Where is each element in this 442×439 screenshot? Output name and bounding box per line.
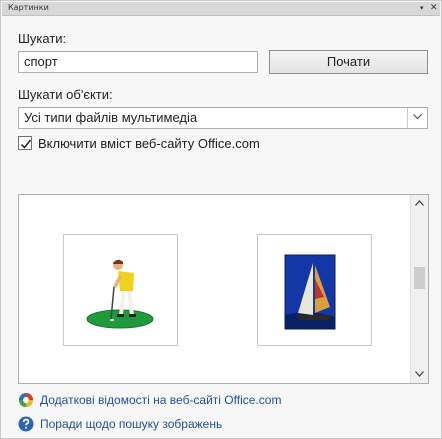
chevron-down-icon[interactable] — [407, 108, 427, 128]
results-scrollbar[interactable] — [410, 195, 428, 383]
more-info-link[interactable]: Додаткові відомості на веб-сайті Office.… — [40, 393, 281, 407]
go-button[interactable]: Почати — [269, 50, 428, 74]
help-icon — [18, 416, 34, 432]
result-thumbnail-sailboat[interactable] — [257, 234, 372, 346]
scroll-up-icon[interactable] — [411, 195, 428, 212]
include-office-checkbox[interactable] — [18, 136, 32, 150]
search-in-label: Шукати об'єкти: — [18, 87, 113, 102]
tips-link[interactable]: Поради щодо пошуку зображень — [40, 417, 222, 431]
golfer-clipart-icon — [86, 259, 154, 329]
clip-art-pane: Картинки ▾ ✕ Шукати: спорт Почати Шукати… — [0, 0, 442, 439]
office-online-icon — [19, 393, 33, 407]
scroll-down-icon[interactable] — [411, 366, 428, 383]
result-thumbnail-golfer[interactable] — [63, 234, 178, 346]
pane-options-chevron-icon[interactable]: ▾ — [420, 2, 424, 15]
close-icon[interactable]: ✕ — [430, 2, 438, 15]
search-input[interactable]: спорт — [18, 51, 258, 73]
pane-title-bar: Картинки ▾ ✕ — [2, 2, 440, 16]
scrollbar-thumb[interactable] — [414, 267, 425, 289]
include-office-label: Включити вміст веб-сайту Office.com — [38, 136, 260, 151]
results-panel — [18, 194, 429, 384]
search-label: Шукати: — [18, 31, 67, 46]
sailboat-photo-icon — [284, 254, 336, 330]
pane-title: Картинки — [8, 3, 49, 12]
media-type-value: Усі типи файлів мультимедіа — [24, 110, 198, 125]
media-type-select[interactable]: Усі типи файлів мультимедіа — [18, 107, 428, 129]
